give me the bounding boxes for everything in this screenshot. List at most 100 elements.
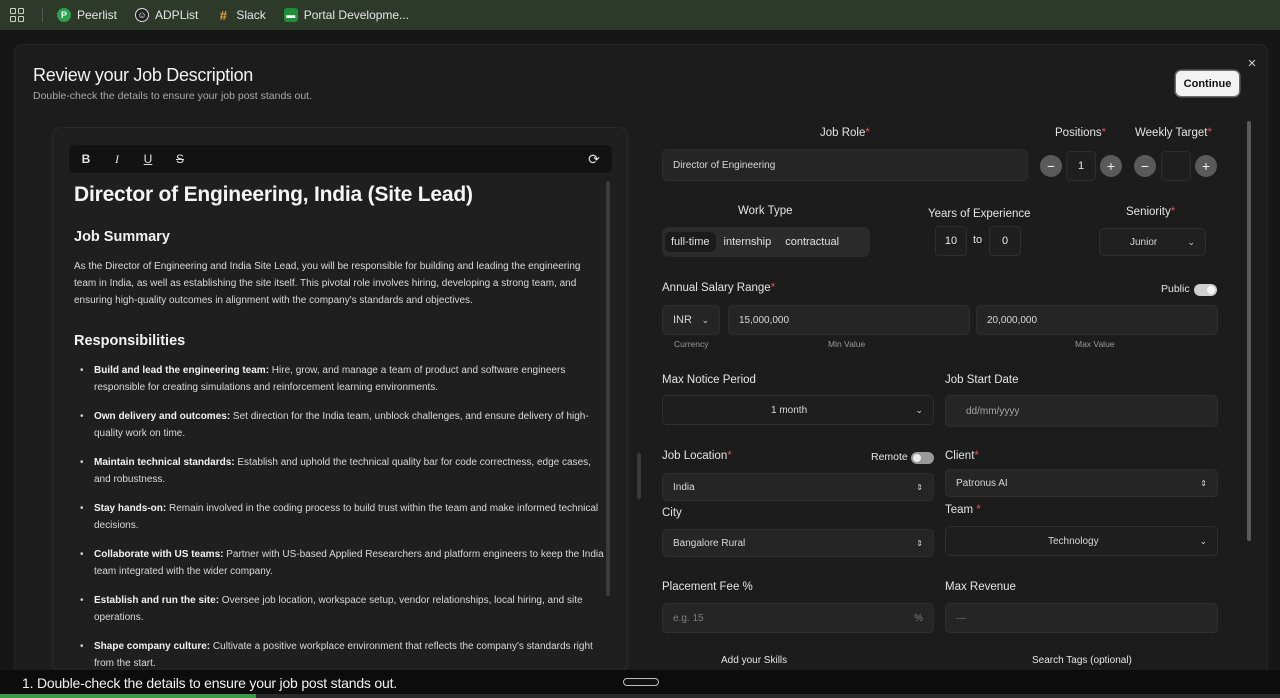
salary-max-input[interactable]: 20,000,000	[976, 305, 1218, 335]
updown-chevron-icon: ⇕	[916, 538, 923, 548]
bookmarks-bar: P Peerlist ☺ ADPList # Slack ▬ Portal De…	[0, 0, 1280, 30]
list-item: Shape company culture: Cultivate a posit…	[74, 638, 604, 671]
weekly-target-input[interactable]	[1161, 151, 1191, 181]
skills-label: Add your Skills	[721, 655, 788, 666]
experience-min-input[interactable]: 10	[935, 226, 967, 256]
job-role-label: Job Role*	[820, 127, 870, 139]
list-item: Maintain technical standards: Establish …	[74, 454, 604, 488]
close-icon[interactable]: ×	[1244, 56, 1260, 72]
responsibilities-heading: Responsibilities	[74, 333, 186, 349]
bookmark-label: ADPList	[155, 8, 199, 22]
apps-grid-icon[interactable]	[10, 8, 24, 22]
notice-period-label: Max Notice Period	[662, 374, 756, 386]
updown-chevron-icon: ⇕	[1200, 478, 1207, 488]
list-item: Own delivery and outcomes: Set direction…	[74, 408, 604, 442]
remote-label: Remote	[871, 451, 908, 463]
min-value-hint: Min Value	[828, 339, 866, 349]
public-toggle[interactable]	[1194, 284, 1217, 296]
bookmark-slack[interactable]: # Slack	[216, 4, 266, 26]
summary-text: As the Director of Engineering and India…	[74, 261, 581, 306]
list-item: Collaborate with US teams: Partner with …	[74, 546, 604, 580]
editor-toolbar: B I U S ⟳	[69, 145, 612, 173]
regenerate-icon[interactable]: ⟳	[586, 151, 602, 167]
progress-bar	[0, 694, 1280, 698]
bookmark-label: Peerlist	[77, 8, 118, 22]
positions-label: Positions*	[1055, 127, 1107, 139]
strikethrough-icon[interactable]: S	[172, 151, 188, 167]
bookmark-portal[interactable]: ▬ Portal Developme...	[283, 4, 410, 26]
list-item: Establish and run the site: Oversee job …	[74, 592, 604, 626]
client-select[interactable]: Patronus AI ⇕	[945, 469, 1218, 497]
job-location-label: Job Location*	[662, 450, 732, 462]
placement-fee-label: Placement Fee %	[662, 581, 753, 593]
job-description-editor[interactable]: B I U S ⟳ Director of Engineering, India…	[52, 127, 628, 672]
salary-min-input[interactable]: 15,000,000	[728, 305, 970, 335]
positions-decrement-button[interactable]: −	[1040, 155, 1062, 177]
work-type-contractual[interactable]: contractual	[779, 232, 845, 252]
progress-fill	[0, 694, 256, 698]
responsibilities-list: Build and lead the engineering team: Hir…	[74, 362, 604, 671]
form-scrollbar[interactable]	[1247, 121, 1251, 541]
editor-scrollbar[interactable]	[606, 181, 610, 596]
team-select[interactable]: Technology ⌄	[945, 526, 1218, 556]
public-label: Public	[1161, 283, 1190, 295]
remote-toggle[interactable]	[911, 452, 934, 464]
adplist-icon: ☺	[135, 8, 150, 22]
max-revenue-label: Max Revenue	[945, 581, 1016, 593]
continue-button[interactable]: Continue	[1176, 71, 1239, 96]
caption-text: 1. Double-check the details to ensure yo…	[22, 675, 397, 691]
underline-icon[interactable]: U	[140, 151, 156, 167]
experience-label: Years of Experience	[928, 208, 1031, 220]
chevron-down-icon: ⌄	[1199, 535, 1207, 546]
work-type-segmented-control: full-time internship contractual	[662, 227, 870, 257]
bookmark-adplist[interactable]: ☺ ADPList	[135, 4, 198, 26]
updown-chevron-icon: ⇕	[916, 482, 923, 492]
job-location-select[interactable]: India ⇕	[662, 473, 934, 501]
italic-icon[interactable]: I	[109, 151, 125, 167]
city-label: City	[662, 507, 682, 519]
seniority-select[interactable]: Junior ⌄	[1099, 228, 1206, 256]
max-value-hint: Max Value	[1075, 339, 1115, 349]
chevron-down-icon: ⌄	[915, 404, 923, 415]
tags-label: Search Tags (optional)	[1032, 655, 1132, 666]
seniority-label: Seniority*	[1126, 206, 1176, 218]
editor-content[interactable]: Director of Engineering, India (Site Lea…	[74, 183, 604, 671]
positions-input[interactable]: 1	[1066, 151, 1096, 181]
bookmarks-divider	[42, 8, 43, 22]
portal-icon: ▬	[283, 8, 298, 22]
city-select[interactable]: Bangalore Rural ⇕	[662, 529, 934, 557]
modal-subtitle: Double-check the details to ensure your …	[33, 90, 312, 102]
salary-label: Annual Salary Range*	[662, 282, 776, 294]
chevron-down-icon: ⌄	[701, 314, 709, 325]
start-date-input[interactable]: dd/mm/yyyy	[945, 395, 1218, 427]
max-revenue-input[interactable]: —	[945, 603, 1218, 633]
work-type-full-time[interactable]: full-time	[665, 232, 716, 252]
client-label: Client*	[945, 450, 979, 462]
notice-period-select[interactable]: 1 month ⌄	[662, 395, 934, 425]
start-date-label: Job Start Date	[945, 374, 1019, 386]
bold-icon[interactable]: B	[78, 151, 94, 167]
positions-increment-button[interactable]: +	[1100, 155, 1122, 177]
bookmark-label: Portal Developme...	[303, 8, 410, 22]
peerlist-icon: P	[57, 8, 71, 22]
work-type-label: Work Type	[738, 205, 793, 217]
review-job-modal: Review your Job Description Double-check…	[14, 44, 1268, 690]
weekly-target-label: Weekly Target*	[1135, 127, 1212, 139]
chevron-down-icon: ⌄	[1187, 236, 1195, 247]
weekly-target-decrement-button[interactable]: −	[1134, 155, 1156, 177]
list-item: Stay hands-on: Remain involved in the co…	[74, 500, 604, 534]
slack-icon: #	[219, 7, 227, 23]
bookmark-peerlist[interactable]: P Peerlist	[57, 4, 117, 26]
currency-select[interactable]: INR ⌄	[662, 305, 720, 335]
weekly-target-increment-button[interactable]: +	[1195, 155, 1217, 177]
experience-to-text: to	[973, 234, 983, 246]
work-type-internship[interactable]: internship	[718, 232, 778, 252]
drag-handle[interactable]	[623, 678, 659, 686]
currency-hint: Currency	[674, 339, 709, 349]
job-role-input[interactable]: Director of Engineering	[662, 149, 1028, 181]
placement-fee-input[interactable]: e.g. 15 %	[662, 603, 934, 633]
experience-max-input[interactable]: 0	[989, 226, 1021, 256]
team-label: Team *	[945, 504, 981, 516]
panel-resize-handle[interactable]	[637, 453, 641, 499]
modal-title: Review your Job Description	[33, 65, 253, 85]
